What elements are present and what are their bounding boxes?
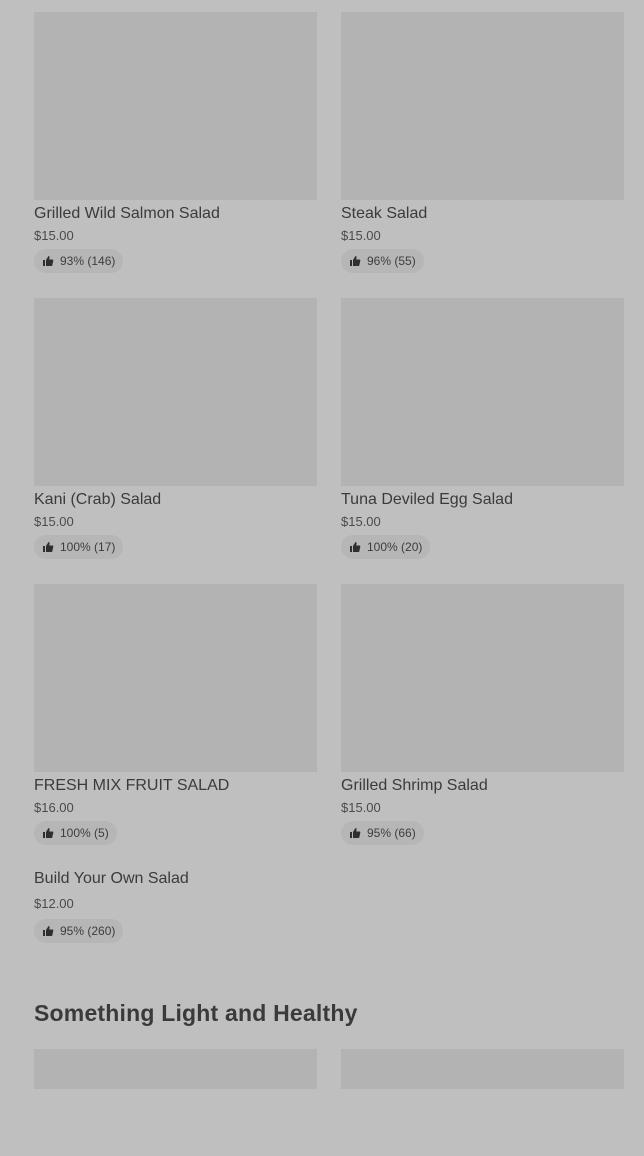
menu-item-price: $16.00	[34, 800, 74, 815]
menu-item-card[interactable]: Steak Salad $15.00 96% (55)	[341, 12, 624, 298]
thumbs-up-icon	[43, 926, 54, 936]
menu-item-image[interactable]	[341, 298, 624, 486]
rating-text: 96% (55)	[367, 254, 416, 268]
rating-badge: 96% (55)	[341, 249, 424, 273]
rating-badge: 100% (5)	[34, 821, 117, 845]
menu-item-price: $15.00	[341, 228, 381, 243]
menu-item-card[interactable]: Grilled Shrimp Salad $15.00 95% (66)	[341, 584, 624, 870]
rating-text: 95% (66)	[367, 826, 416, 840]
rating-badge: 95% (260)	[34, 919, 124, 943]
thumbs-up-icon	[43, 828, 54, 838]
menu-item-image[interactable]	[34, 1049, 317, 1089]
menu-item-card[interactable]: Grilled Wild Salmon Salad $15.00 93% (14…	[34, 12, 317, 298]
menu-item-name: Build Your Own Salad	[34, 870, 189, 887]
menu-item-name: Kani (Crab) Salad	[34, 491, 162, 508]
menu-item-name: FRESH MIX FRUIT SALAD	[34, 777, 230, 794]
thumbs-up-icon	[43, 256, 54, 266]
rating-badge: 95% (66)	[341, 821, 424, 845]
next-section-items	[34, 1049, 624, 1089]
menu-item-image[interactable]	[34, 298, 317, 486]
menu-item-price: $12.00	[34, 896, 74, 911]
thumbs-up-icon	[350, 828, 361, 838]
menu-item-image[interactable]	[341, 12, 624, 200]
rating-badge: 93% (146)	[34, 249, 124, 273]
rating-text: 100% (5)	[60, 826, 109, 840]
menu-item-name: Grilled Wild Salmon Salad	[34, 205, 220, 222]
menu-item-name: Tuna Deviled Egg Salad	[341, 491, 513, 508]
thumbs-up-icon	[350, 256, 361, 266]
rating-text: 93% (146)	[60, 254, 116, 268]
thumbs-up-icon	[43, 542, 54, 552]
rating-text: 95% (260)	[60, 924, 116, 938]
menu-item-price: $15.00	[34, 228, 74, 243]
menu-items-grid: Grilled Wild Salmon Salad $15.00 93% (14…	[34, 12, 624, 1156]
menu-item-card[interactable]: Tuna Deviled Egg Salad $15.00 100% (20)	[341, 298, 624, 584]
thumbs-up-icon	[350, 542, 361, 552]
menu-item-price: $15.00	[341, 514, 381, 529]
menu-item-card[interactable]: FRESH MIX FRUIT SALAD $16.00 100% (5)	[34, 584, 317, 870]
menu-item-image[interactable]	[34, 584, 317, 772]
menu-item-price: $15.00	[341, 800, 381, 815]
rating-text: 100% (17)	[60, 540, 116, 554]
rating-badge: 100% (17)	[34, 535, 124, 559]
menu-item-card[interactable]: Kani (Crab) Salad $15.00 100% (17)	[34, 298, 317, 584]
rating-badge: 100% (20)	[341, 535, 431, 559]
menu-item-price: $15.00	[34, 514, 74, 529]
rating-text: 100% (20)	[367, 540, 423, 554]
menu-item-image[interactable]	[341, 584, 624, 772]
menu-item-image[interactable]	[341, 1049, 624, 1089]
section-title: Something Light and Healthy	[34, 1000, 358, 1026]
menu-item-image[interactable]	[34, 12, 317, 200]
menu-item-name: Grilled Shrimp Salad	[341, 777, 488, 794]
menu-item-name: Steak Salad	[341, 205, 428, 222]
